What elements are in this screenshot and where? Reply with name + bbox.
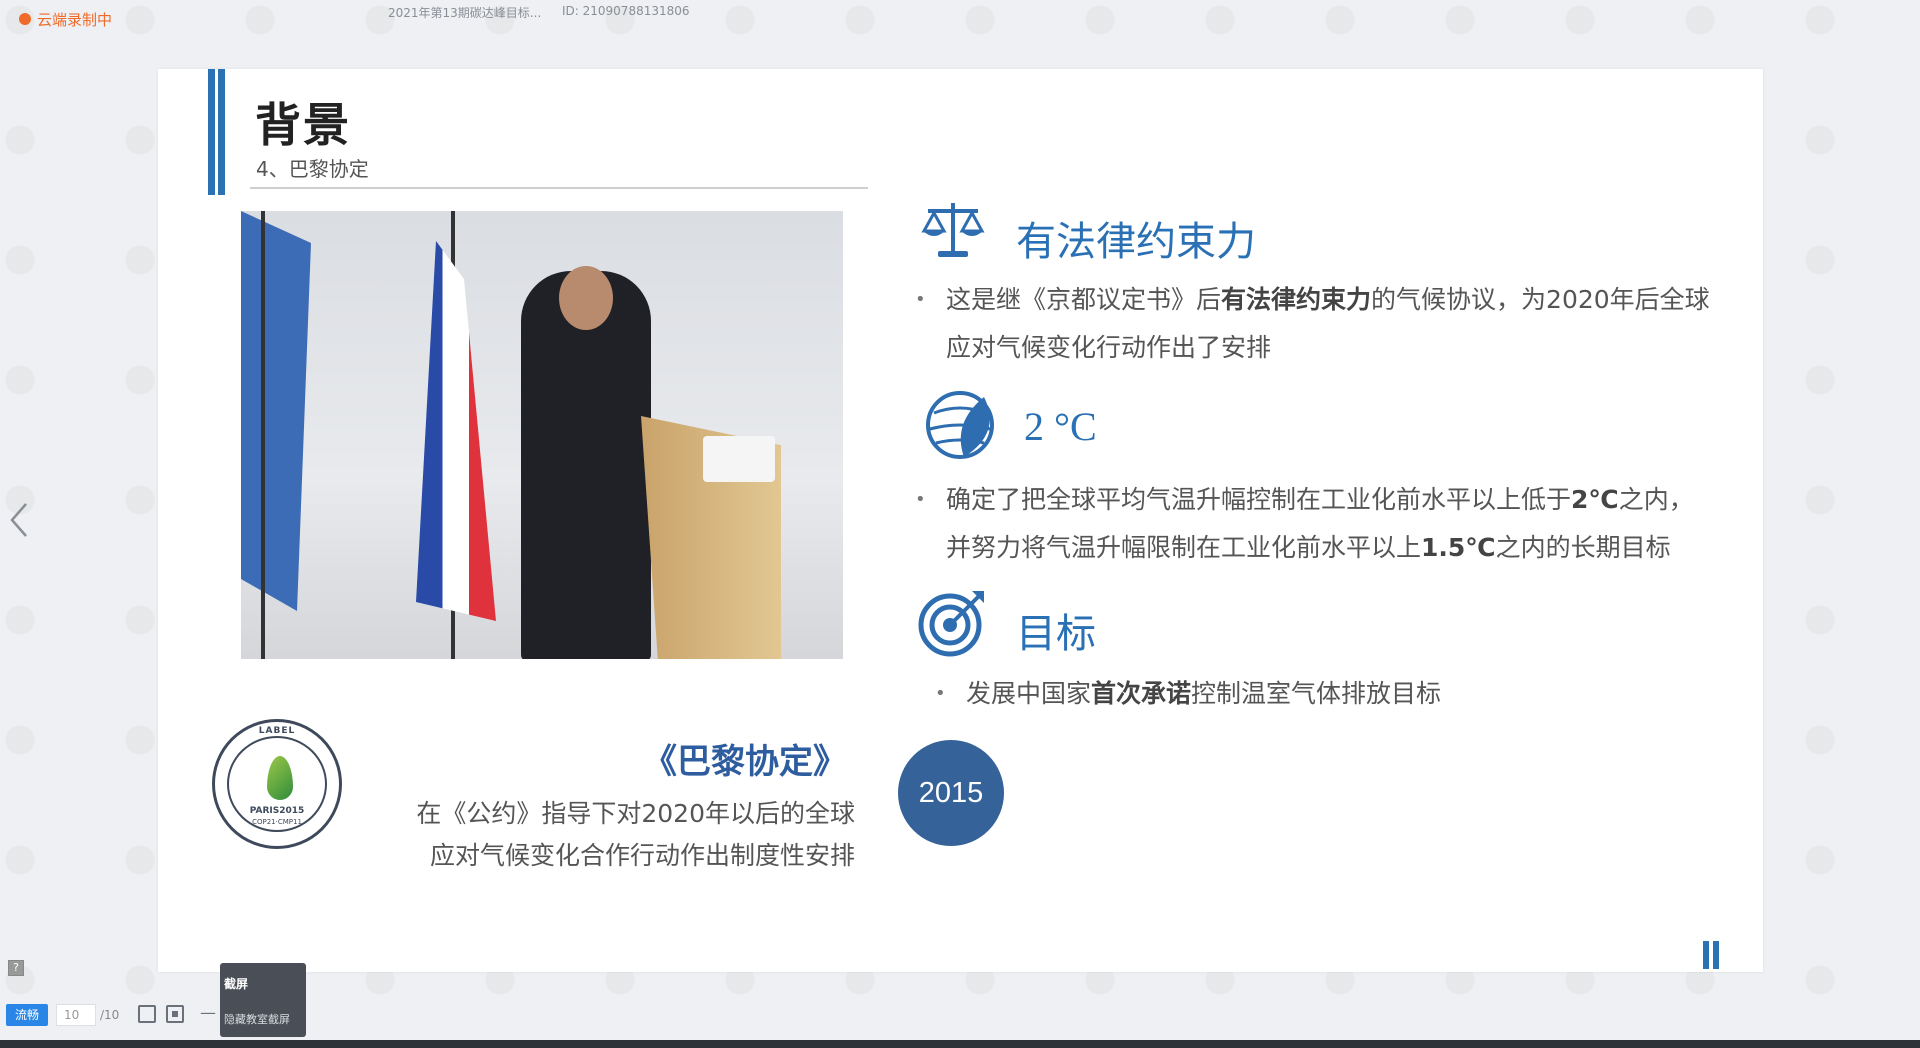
slide-subtitle: 4、巴黎协定: [256, 157, 369, 181]
paris2015-logo: LABEL PARIS2015 COP21·CMP11: [212, 719, 342, 849]
scale-icon: [920, 197, 986, 267]
section-heading-legal: 有法律约束力: [1016, 219, 1256, 265]
target-icon: [918, 585, 990, 661]
course-id: ID: 21090788131806: [562, 4, 690, 18]
screenshot-icon[interactable]: [166, 1005, 184, 1023]
paris-agreement-description: 在《公约》指导下对2020年以后的全球 应对气候变化合作行动作出制度性安排: [416, 799, 855, 870]
paris-agreement-heading: 《巴黎协定》: [643, 742, 847, 782]
page-number-input[interactable]: 10: [56, 1004, 96, 1026]
slide-title: 背景: [255, 98, 351, 152]
section-heading-goal: 目标: [1016, 611, 1096, 657]
tooltip-subtitle[interactable]: 隐藏教室截屏: [224, 1011, 290, 1027]
recording-dot-icon: [19, 13, 31, 25]
cop21-speech-photo: [241, 211, 843, 659]
top-bar: 云端录制中 2021年第13期碳达峰目标... ID: 210907881318…: [0, 0, 1920, 34]
recording-status: 云端录制中: [37, 11, 113, 29]
bullet-goal: 发展中国家首次承诺控制温室气体排放目标: [966, 679, 1442, 708]
un-flag: [241, 211, 311, 611]
tooltip-title: 截屏: [224, 977, 249, 991]
title-accent-bar: [208, 69, 215, 195]
year-badge: 2015: [898, 740, 1004, 846]
fullscreen-icon[interactable]: [138, 1005, 156, 1023]
globe-leaf-icon: [924, 383, 1004, 467]
help-icon[interactable]: ?: [8, 960, 24, 976]
pause-icon[interactable]: [1703, 941, 1720, 969]
bottom-strip: [0, 1040, 1920, 1048]
bullet-legal: 这是继《京都议定书》后有法律约束力的气候协议，为2020年后全球 应对气候变化行…: [946, 285, 1710, 362]
previous-slide-chevron-icon[interactable]: [8, 500, 34, 540]
screenshot-tooltip: 截屏 隐藏教室截屏: [220, 963, 306, 1037]
france-flag: [416, 241, 496, 621]
page-total: /10: [100, 1008, 120, 1022]
section-heading-temperature: 2 °C: [1024, 404, 1097, 449]
title-accent-bar: [218, 69, 225, 195]
stream-quality-button[interactable]: 流畅: [6, 1004, 48, 1026]
title-divider: [250, 187, 868, 189]
minimize-button[interactable]: —: [200, 1003, 216, 1022]
course-title: 2021年第13期碳达峰目标...: [388, 6, 542, 20]
bullet-temperature: 确定了把全球平均气温升幅控制在工业化前水平以上低于2℃之内， 并努力将气温升幅限…: [946, 485, 1694, 562]
slide-canvas: 背景 4、巴黎协定 LABEL PARIS2015 COP21·CMP11 《巴…: [158, 69, 1763, 972]
